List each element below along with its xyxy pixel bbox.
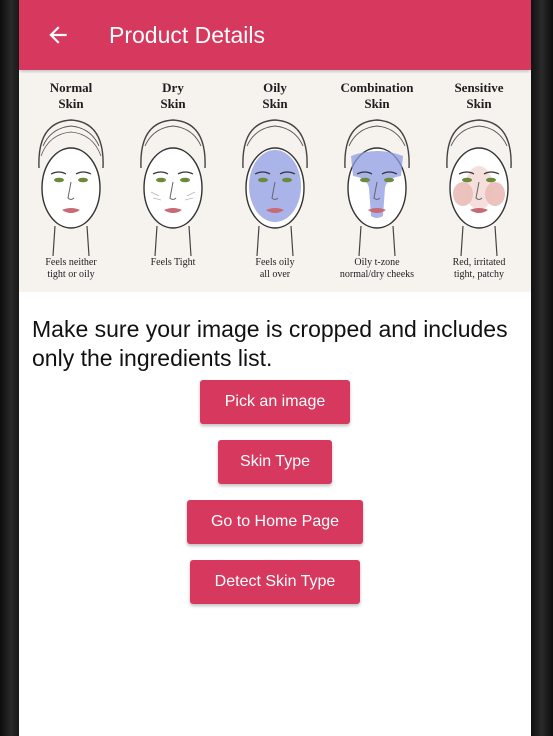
skin-type-title: Combination Skin [340, 80, 414, 111]
skin-type-title: Sensitive Skin [454, 80, 504, 111]
skin-type-description: Feels Tight [150, 257, 196, 268]
skin-type-dry: Dry Skin Feels Tight [121, 74, 225, 292]
skin-type-normal: Normal Skin Feels neither tight or oily [19, 74, 123, 292]
app-bar: Product Details [19, 0, 531, 70]
detect-skin-type-button[interactable]: Detect Skin Type [190, 560, 360, 604]
skin-type-combination: Combination Skin Oily t-zone normal/dry ch… [325, 74, 429, 292]
face-illustration-sensitive [446, 119, 512, 256]
skin-types-chart: NormalSkin Feels neithertight or oily [19, 74, 531, 292]
face-illustration-combination [344, 119, 410, 256]
face-illustration-normal [38, 119, 104, 256]
skin-type-title: Dry Skin [160, 80, 186, 111]
skin-type-description: Oily t-zone normal/dry cheeks [339, 257, 415, 280]
back-button[interactable] [32, 9, 84, 61]
arrow-back-icon [49, 26, 67, 44]
skin-type-button[interactable]: Skin Type [218, 440, 332, 484]
skin-type-description: Feels oily all over [255, 257, 295, 280]
pick-image-button[interactable]: Pick an image [200, 380, 350, 424]
face-illustration-dry [140, 119, 206, 256]
app-screen: Product Details Normal Skin Feels neithe… [19, 0, 531, 736]
instruction-text: Make sure your image is cropped and incl… [32, 316, 508, 371]
skin-type-oily: Oily Skin Feels oily all over [223, 74, 327, 292]
skin-type-description: Feels neither tight or oily [45, 257, 97, 280]
skin-type-sensitive: Sensitive Skin Red, irritated tight, patch… [427, 74, 531, 292]
skin-type-title: Normal Skin [49, 80, 93, 111]
face-illustration-oily [242, 119, 308, 256]
home-page-button[interactable]: Go to Home Page [187, 500, 363, 544]
skin-type-title: Oily Skin [262, 80, 288, 111]
skin-type-description: Red, irritated tight, patchy [452, 257, 506, 280]
page-title: Product Details [109, 21, 265, 48]
